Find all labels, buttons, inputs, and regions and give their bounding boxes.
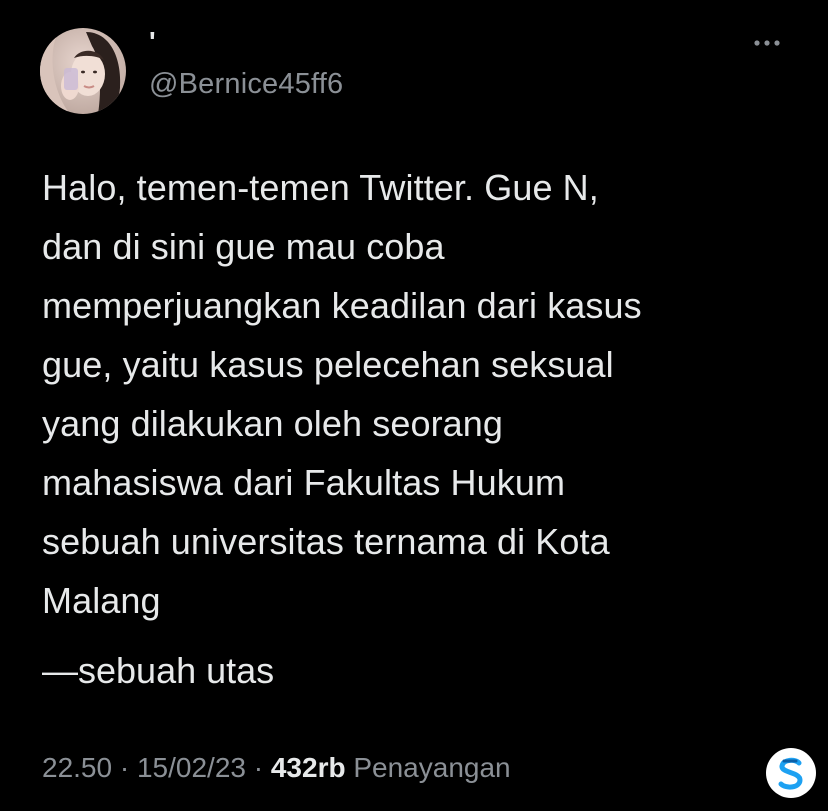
author-avatar[interactable]	[40, 28, 126, 114]
tweet-meta: 22.50 · 15/02/23 · 432rb Penayangan	[42, 750, 511, 786]
tweet-card: ' @Bernice45ff6 Halo, temen-temen Twitte…	[0, 0, 828, 811]
views-count[interactable]: 432rb	[271, 752, 346, 783]
tweet-time[interactable]: 22.50	[42, 752, 112, 783]
s-logo-watermark-icon	[778, 757, 803, 790]
tweet-body: Halo, temen-temen Twitter. Gue N, dan di…	[42, 158, 802, 630]
views-label: Penayangan	[353, 752, 511, 783]
user-avatar-icon	[40, 28, 126, 114]
author-handle[interactable]: @Bernice45ff6	[149, 66, 343, 102]
tweet-date[interactable]: 15/02/23	[137, 752, 246, 783]
thread-note: —sebuah utas	[42, 650, 275, 691]
tweet-text: Halo, temen-temen Twitter. Gue N, dan di…	[42, 167, 642, 621]
meta-separator: ·	[119, 752, 130, 783]
more-horizontal-icon	[754, 40, 780, 46]
watermark-logo	[766, 748, 816, 798]
more-options-button[interactable]	[748, 30, 788, 56]
meta-separator: ·	[253, 752, 264, 783]
author-display-name[interactable]: '	[149, 26, 156, 58]
